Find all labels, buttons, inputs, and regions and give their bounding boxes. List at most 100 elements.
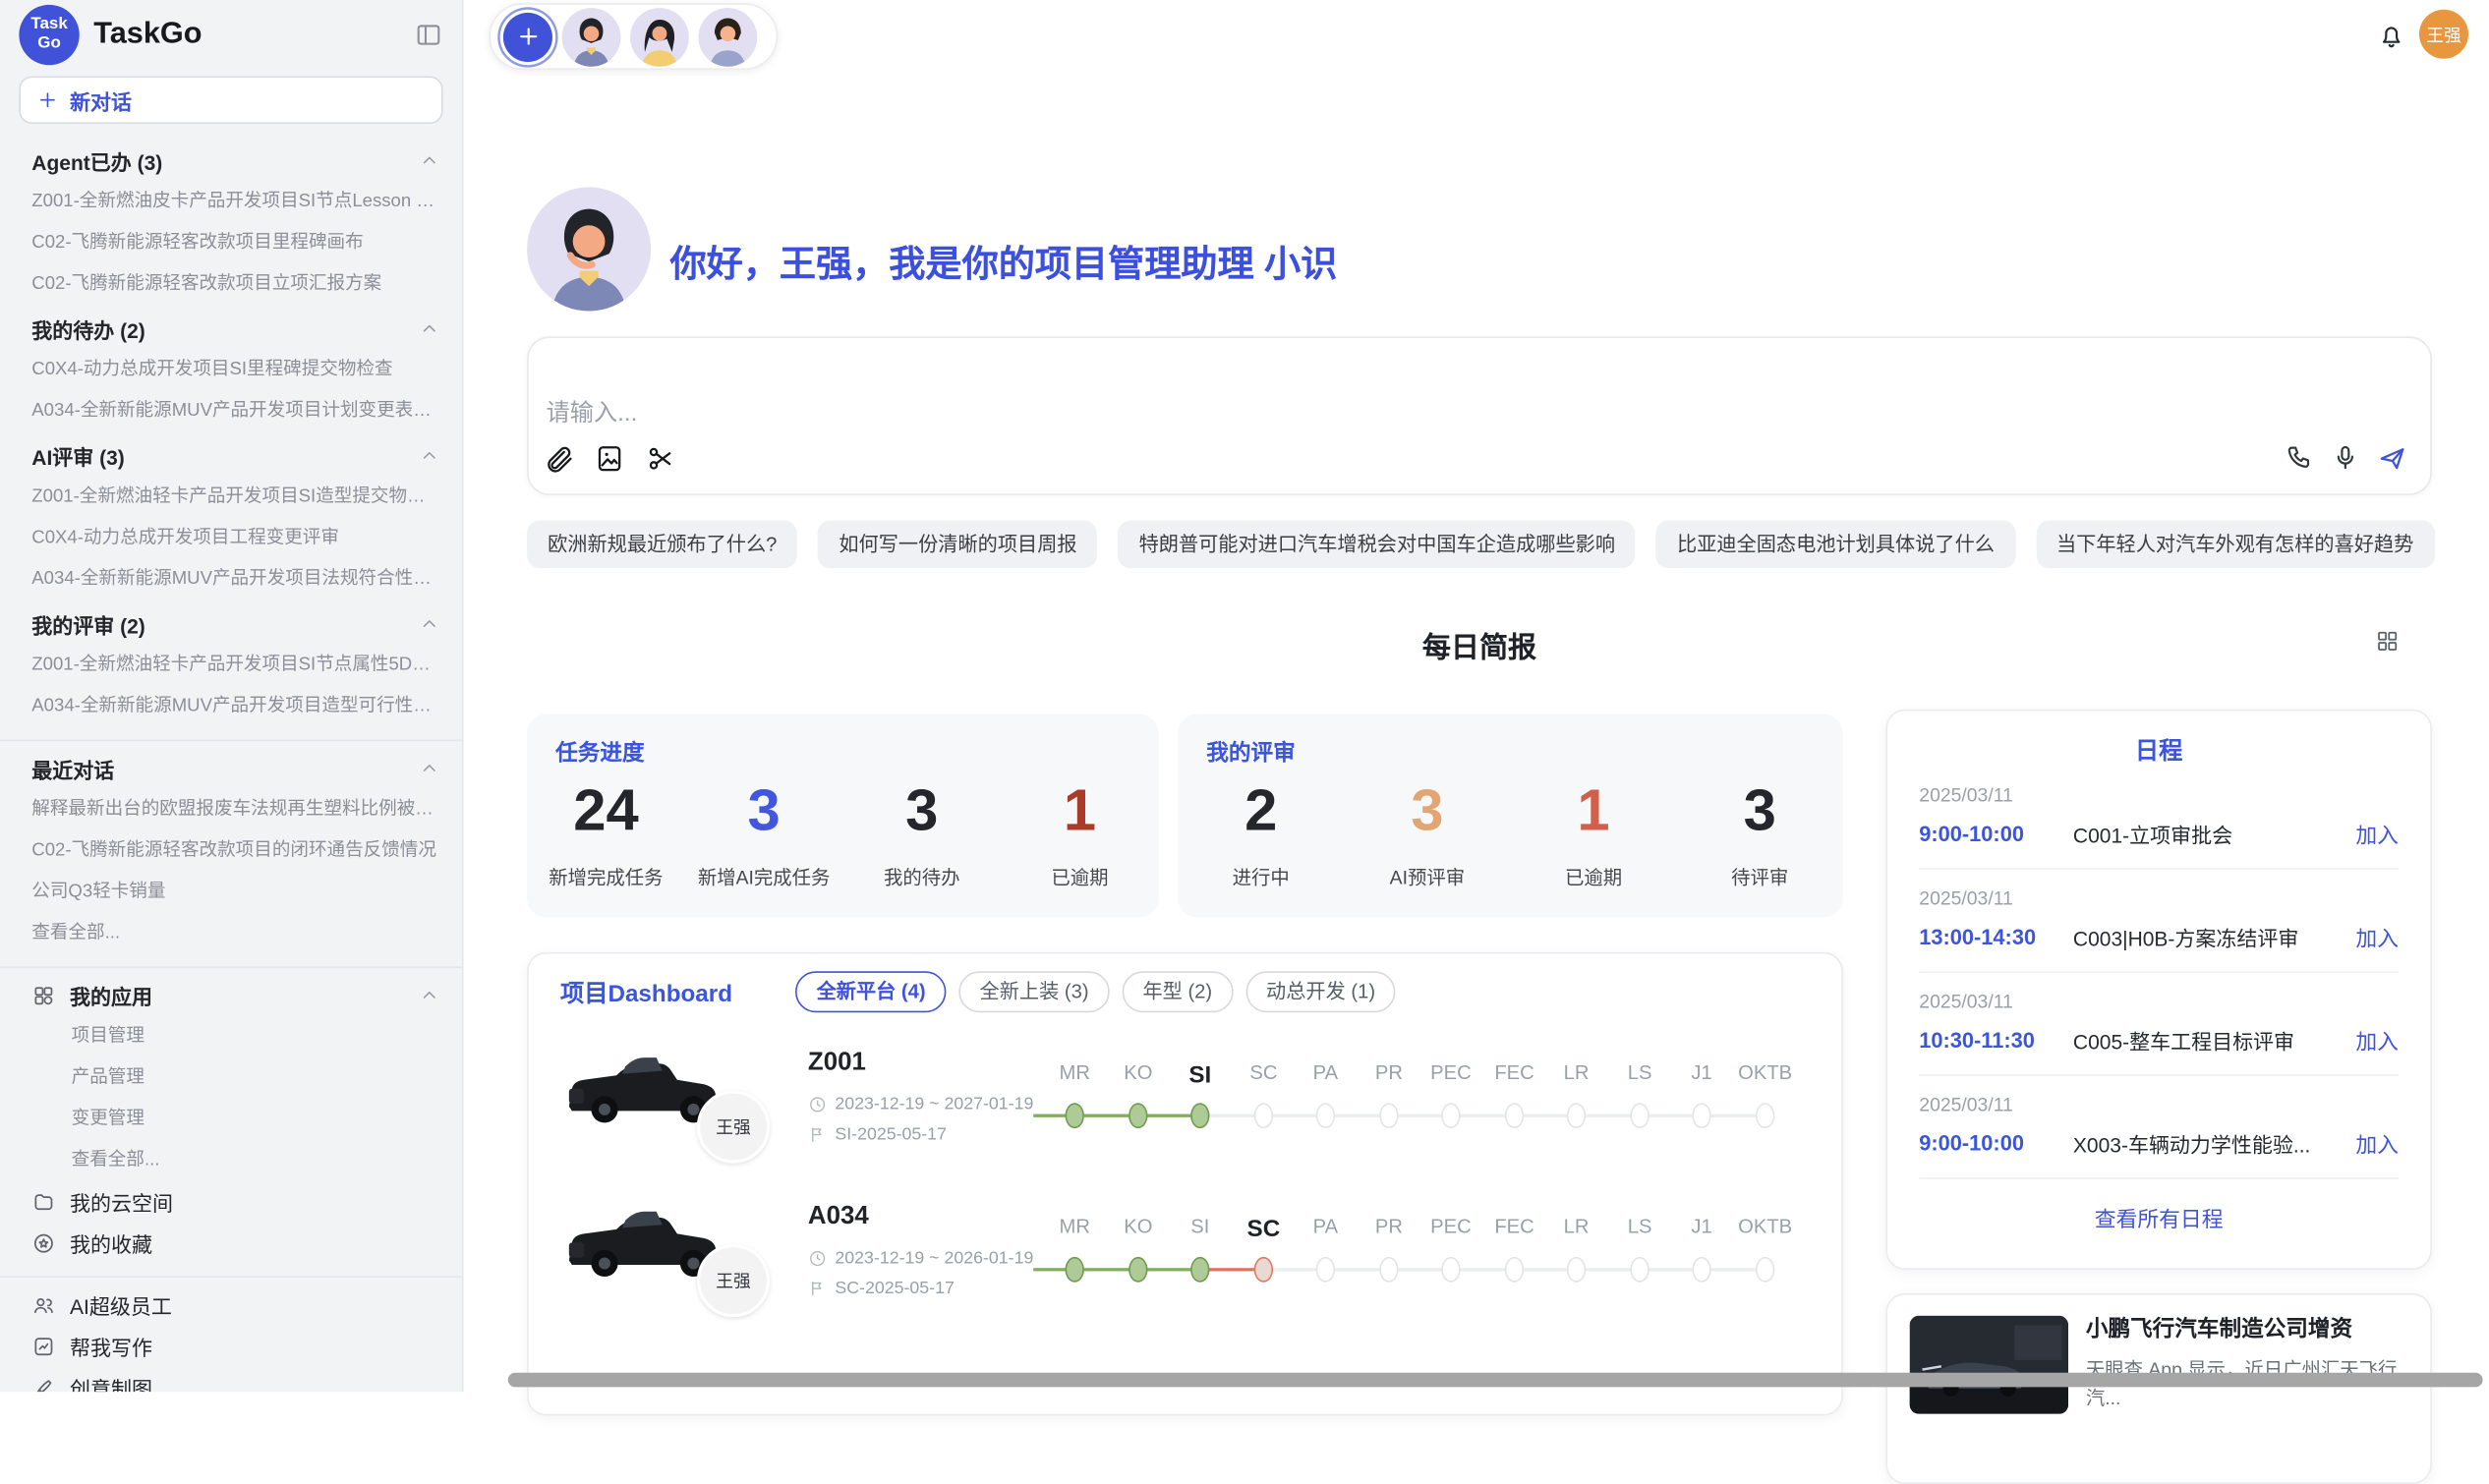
schedule-event: C005-整车工程目标评审 [2073, 1024, 2355, 1055]
notification-bell-icon[interactable] [2376, 21, 2406, 51]
tab-new-body[interactable]: 全新上装 (3) [959, 971, 1110, 1012]
new-chat-label: 新对话 [70, 85, 132, 115]
group-header-ai-review[interactable]: AI评审 (3) [31, 434, 439, 476]
sidebar-item-label: AI超级员工 [70, 1289, 172, 1320]
list-item[interactable]: Z001-全新燃油皮卡产品开发项目SI节点Lesson Learn报告 [31, 181, 439, 222]
news-image [1910, 1316, 2068, 1414]
milestone-label: PA [1313, 1216, 1338, 1238]
microphone-icon[interactable] [2331, 443, 2361, 475]
stat: 1 已逾期 [1510, 780, 1676, 889]
list-item[interactable]: C02-飞腾新能源轻客改款项目里程碑画布 [31, 222, 439, 263]
horizontal-scrollbar[interactable] [508, 1373, 2483, 1388]
project-owner-avatar: 王强 [697, 1090, 770, 1163]
list-item[interactable]: C02-飞腾新能源轻客改款项目立项汇报方案 [31, 263, 439, 305]
view-all-apps[interactable]: 查看全部... [31, 1139, 439, 1180]
milestone-dot [1066, 1257, 1084, 1283]
image-note-icon [31, 1334, 55, 1357]
stat-label: 已逾期 [1001, 863, 1159, 889]
project-row[interactable]: 王强 A034 2023-12-19 ~ 2026-01-19 SC-2025-… [529, 1184, 1841, 1339]
join-link[interactable]: 加入 [2355, 818, 2399, 849]
view-all-schedule-link[interactable]: 查看所有日程 [1887, 1201, 2430, 1232]
list-item[interactable]: C0X4-动力总成开发项目工程变更评审 [31, 517, 439, 558]
sidebar-item-ai-super-staff[interactable]: AI超级员工 [31, 1284, 439, 1325]
milestone-dot [1066, 1103, 1084, 1128]
project-dashboard-card: 项目Dashboard 全新平台 (4) 全新上装 (3) 年型 (2) 动总开… [527, 952, 1843, 1416]
send-icon[interactable] [2376, 443, 2407, 475]
grid-layout-icon[interactable] [2375, 628, 2401, 654]
milestone-label: PR [1375, 1061, 1403, 1084]
stat: 24 新增完成任务 [527, 780, 685, 889]
divider [1919, 971, 2399, 973]
sidebar-item-project-mgmt[interactable]: 项目管理 [31, 1015, 439, 1056]
list-item[interactable]: A034-全新新能源MUV产品开发项目造型可行性评审 [31, 686, 439, 727]
sidebar-item-favorites[interactable]: 我的收藏 [31, 1222, 439, 1263]
milestone-label: PR [1375, 1216, 1403, 1238]
list-item[interactable]: 解释最新出台的欧盟报废车法规再生塑料比例被调至15%... [31, 789, 439, 830]
view-all-chats[interactable]: 查看全部... [31, 913, 439, 954]
sidebar-item-change-mgmt[interactable]: 变更管理 [31, 1098, 439, 1139]
tab-year-model[interactable]: 年型 (2) [1122, 971, 1233, 1012]
milestone-dot-overdue [1254, 1257, 1273, 1283]
milestone-dot [1316, 1257, 1335, 1283]
tab-powertrain[interactable]: 动总开发 (1) [1245, 971, 1396, 1012]
group-header-recent-chats[interactable]: 最近对话 [31, 748, 439, 789]
list-item[interactable]: A034-全新新能源MUV产品开发项目计划变更表编写 [31, 390, 439, 431]
list-item[interactable]: C02-飞腾新能源轻客改款项目的闭环通告反馈情况 [31, 830, 439, 872]
scissors-icon[interactable] [645, 443, 676, 475]
suggestion-chip[interactable]: 欧洲新规最近颁布了什么? [527, 521, 797, 568]
list-item[interactable]: A034-全新新能源MUV产品开发项目法规符合性评审 [31, 558, 439, 599]
sidebar-item-creative-drawing[interactable]: 创意制图 [31, 1366, 439, 1392]
phone-icon[interactable] [2285, 443, 2315, 475]
user-avatar[interactable]: 王强 [2419, 10, 2468, 59]
group-header-agent-done[interactable]: Agent已办 (3) [31, 140, 439, 181]
sidebar-collapse-icon[interactable] [414, 21, 442, 49]
flag-icon [808, 1280, 827, 1298]
suggestion-chip[interactable]: 如何写一份清晰的项目周报 [818, 521, 1097, 568]
group-header-my-todo[interactable]: 我的待办 (2) [31, 308, 439, 349]
project-date-range: 2023-12-19 ~ 2026-01-19 [835, 1249, 1033, 1268]
avatar[interactable] [630, 7, 689, 66]
tab-all-platform[interactable]: 全新平台 (4) [796, 971, 947, 1012]
group-header-my-review[interactable]: 我的评审 (2) [31, 603, 439, 645]
join-link[interactable]: 加入 [2355, 921, 2399, 952]
sidebar-item-my-apps[interactable]: 我的应用 [31, 974, 439, 1015]
list-item[interactable]: Z001-全新燃油轻卡产品开发项目SI节点属性5D文件评审 [31, 645, 439, 686]
avatar[interactable] [562, 7, 621, 66]
sidebar-item-label: 我的收藏 [70, 1227, 152, 1258]
sidebar-item-help-me-write[interactable]: 帮我写作 [31, 1325, 439, 1366]
sidebar-item-product-mgmt[interactable]: 产品管理 [31, 1056, 439, 1098]
join-link[interactable]: 加入 [2355, 1024, 2399, 1056]
project-row[interactable]: 王强 Z001 2023-12-19 ~ 2027-01-19 SI-2025-… [529, 1030, 1841, 1184]
milestone-label: LR [1564, 1216, 1590, 1238]
chat-input[interactable] [543, 398, 1978, 428]
schedule-card: 日程 2025/03/11 9:00-10:00 C001-立项审批会 加入 2… [1885, 710, 2431, 1270]
list-item[interactable]: C0X4-动力总成开发项目SI里程碑提交物检查 [31, 349, 439, 390]
join-link[interactable]: 加入 [2355, 1127, 2399, 1159]
group-label: 最近对话 [31, 753, 114, 783]
project-name: A034 [808, 1203, 869, 1231]
milestone-dot [1692, 1103, 1710, 1128]
plus-icon [36, 88, 59, 111]
list-item[interactable]: 公司Q3轻卡销量 [31, 872, 439, 913]
suggestion-chip[interactable]: 比亚迪全固态电池计划具体说了什么 [1656, 521, 2015, 568]
group-label: 我的评审 (2) [31, 608, 145, 639]
chevron-up-icon [419, 985, 439, 1005]
new-chat-button[interactable]: 新对话 [19, 77, 442, 124]
group-label: AI评审 (3) [31, 440, 124, 471]
avatar[interactable] [699, 7, 758, 66]
sidebar-item-cloud-space[interactable]: 我的云空间 [31, 1180, 439, 1222]
milestone-dot [1441, 1257, 1460, 1283]
list-item[interactable]: Z001-全新燃油轻卡产品开发项目SI造型提交物评审 [31, 476, 439, 517]
image-icon[interactable] [594, 443, 625, 475]
add-agent-button[interactable] [503, 12, 552, 61]
stat: 3 AI预评审 [1344, 780, 1510, 889]
milestone-dot [1379, 1257, 1398, 1283]
schedule-time: 9:00-10:00 [1919, 822, 2073, 845]
stat-label: 新增完成任务 [527, 863, 685, 889]
group-label: Agent已办 (3) [31, 145, 162, 176]
suggestion-chip[interactable]: 当下年轻人对汽车外观有怎样的喜好趋势 [2036, 521, 2434, 568]
suggestion-chip[interactable]: 特朗普可能对进口汽车增税会对中国车企造成哪些影响 [1119, 521, 1636, 568]
attachment-icon[interactable] [543, 443, 574, 475]
news-card[interactable]: 小鹏飞行汽车制造公司增资 天眼查 App 显示，近日广州汇天飞行汽... [1885, 1293, 2431, 1484]
stat-label: AI预评审 [1344, 863, 1510, 889]
